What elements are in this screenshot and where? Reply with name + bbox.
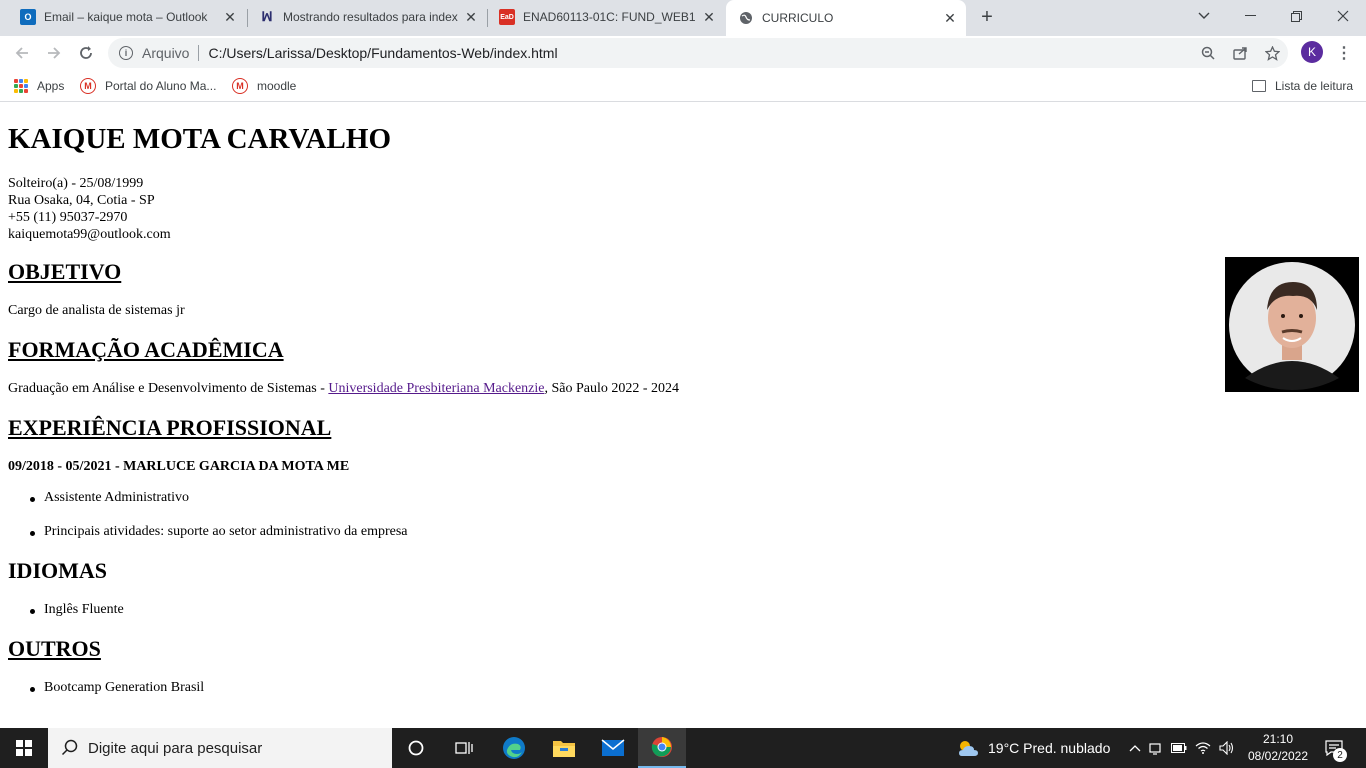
minimize-button[interactable]: [1227, 0, 1273, 32]
tray-icons: [1127, 728, 1239, 768]
zoom-icon[interactable]: [1192, 38, 1224, 68]
reading-list-button[interactable]: Lista de leitura: [1252, 76, 1353, 96]
weather-text: 19°C Pred. nublado: [988, 740, 1111, 756]
mackenzie-icon: ꟽ: [261, 9, 273, 24]
education-text: Graduação em Análise e Desenvolvimento d…: [8, 381, 679, 397]
education-location-years: , São Paulo 2022 - 2024: [544, 381, 680, 396]
forward-arrow-icon[interactable]: [40, 39, 68, 67]
education-heading: FORMAÇÃO ACADÊMICA: [8, 337, 284, 362]
bookmark-moodle[interactable]: M moodle: [232, 76, 296, 96]
university-link[interactable]: Universidade Presbiteriana Mackenzie: [328, 381, 544, 396]
chevron-up-icon[interactable]: [1127, 744, 1143, 752]
languages-heading: IDIOMAS: [8, 558, 108, 583]
education-course: Graduação em Análise e Desenvolvimento d…: [8, 381, 329, 396]
search-placeholder: Digite aqui para pesquisar: [88, 739, 263, 757]
reading-list-label: Lista de leitura: [1275, 79, 1354, 93]
profile-photo: [1225, 257, 1359, 392]
tab-mackenzie[interactable]: ꟽ Mostrando resultados para index ✕: [247, 0, 487, 34]
tab-outlook[interactable]: O Email – kaique mota – Outlook ✕: [8, 0, 246, 34]
list-item: Inglês Fluente: [30, 602, 124, 617]
bookmark-portal-aluno[interactable]: M Portal do Aluno Ma...: [80, 76, 216, 96]
mail-icon[interactable]: [589, 728, 637, 768]
share-icon[interactable]: [1224, 38, 1256, 68]
tab-close-icon[interactable]: ✕: [461, 7, 481, 27]
battery-icon[interactable]: [1167, 743, 1191, 753]
bookmark-label: moodle: [257, 79, 297, 93]
tab-close-icon[interactable]: ✕: [940, 8, 960, 28]
others-heading: OUTROS: [8, 636, 101, 661]
windows-taskbar: Digite aqui para pesquisar 19°C Pred. nu…: [0, 728, 1366, 768]
tab-title: ENAD60113-01C: FUND_WEB1 -: [523, 10, 699, 24]
profile-avatar[interactable]: K: [1301, 41, 1323, 63]
restore-button[interactable]: [1273, 0, 1319, 32]
experience-heading: EXPERIÊNCIA PROFISSIONAL: [8, 415, 332, 440]
tab-search-chevron-icon[interactable]: [1181, 0, 1227, 32]
ead-icon: EaD: [499, 9, 515, 25]
experience-entry-title: 09/2018 - 05/2021 - MARLUCE GARCIA DA MO…: [8, 459, 350, 474]
contact-block: Solteiro(a) - 25/08/1999 Rua Osaka, 04, …: [8, 175, 171, 243]
bookmark-label: Portal do Aluno Ma...: [105, 79, 217, 93]
outlook-icon: O: [20, 9, 36, 25]
close-window-button[interactable]: [1320, 0, 1366, 32]
list-item: Bootcamp Generation Brasil: [29, 680, 205, 695]
list-item: Principais atividades: suporte ao setor …: [30, 524, 408, 539]
list-item: Assistente Administrativo: [29, 490, 190, 505]
search-icon: [61, 739, 78, 756]
file-explorer-icon[interactable]: [540, 728, 588, 768]
clock-time: 21:10: [1262, 732, 1294, 746]
taskbar-search[interactable]: Digite aqui para pesquisar: [48, 728, 392, 768]
chrome-icon[interactable]: [638, 728, 686, 768]
weather-widget[interactable]: 19°C Pred. nublado: [956, 728, 1110, 768]
status-birth: Solteiro(a) - 25/08/1999: [8, 176, 144, 191]
mackenzie-m-icon: M: [80, 78, 96, 94]
profile-photo-image: [1229, 261, 1355, 390]
windows-logo-icon: [16, 740, 32, 756]
mackenzie-m-icon: M: [232, 78, 248, 94]
back-arrow-icon[interactable]: [8, 39, 36, 67]
address-bar[interactable]: i Arquivo C:/Users/Larissa/Desktop/Funda…: [108, 38, 1288, 68]
reload-icon[interactable]: [72, 39, 100, 67]
resume-name: KAIQUE MOTA CARVALHO: [8, 123, 392, 155]
start-button[interactable]: [0, 728, 48, 768]
apps-grid-icon: [14, 79, 28, 93]
page-content: KAIQUE MOTA CARVALHO Solteiro(a) - 25/08…: [0, 103, 1366, 728]
reading-list-icon: [1252, 80, 1266, 92]
weather-cloud-sun-icon: [959, 741, 978, 756]
browser-toolbar: i Arquivo C:/Users/Larissa/Desktop/Funda…: [0, 36, 1366, 70]
address: Rua Osaka, 04, Cotia - SP: [8, 193, 155, 208]
objective-text: Cargo de analista de sistemas jr: [8, 303, 185, 318]
cortana-icon[interactable]: [392, 728, 440, 768]
email: kaiquemota99@outlook.com: [8, 227, 171, 242]
tab-title: Mostrando resultados para index: [283, 10, 458, 24]
info-icon[interactable]: i: [119, 46, 133, 60]
clock[interactable]: 21:10 08/02/2022: [1240, 731, 1316, 765]
bookmarks-bar: Apps M Portal do Aluno Ma... M moodle Li…: [0, 70, 1366, 102]
url-divider: [198, 45, 200, 61]
tab-close-icon[interactable]: ✕: [220, 7, 240, 27]
wifi-icon[interactable]: [1191, 742, 1215, 754]
menu-dots-icon[interactable]: ⋮: [1334, 40, 1354, 66]
tab-strip: O Email – kaique mota – Outlook ✕ ꟽ Most…: [0, 0, 1366, 36]
objective-heading: OBJETIVO: [8, 259, 122, 284]
tab-ead[interactable]: EaD ENAD60113-01C: FUND_WEB1 - ✕: [487, 0, 725, 34]
clock-date: 08/02/2022: [1247, 749, 1309, 763]
bookmark-apps[interactable]: Apps: [14, 76, 64, 96]
edge-icon[interactable]: [490, 728, 538, 768]
new-tab-button[interactable]: +: [974, 4, 1000, 30]
tab-close-icon[interactable]: ✕: [699, 7, 719, 27]
bookmark-label: Apps: [37, 79, 65, 93]
task-view-icon[interactable]: [440, 728, 488, 768]
scheme-label: Arquivo: [142, 45, 190, 61]
tab-title: Email – kaique mota – Outlook: [44, 10, 208, 24]
volume-icon[interactable]: [1215, 741, 1239, 755]
meet-now-icon[interactable]: [1143, 741, 1167, 755]
phone: +55 (11) 95037-2970: [8, 210, 128, 225]
bookmark-star-icon[interactable]: [1256, 38, 1288, 68]
globe-icon: [738, 10, 754, 26]
tab-title: CURRICULO: [762, 11, 834, 25]
notification-badge: 2: [1333, 748, 1347, 762]
url-text[interactable]: C:/Users/Larissa/Desktop/Fundamentos-Web…: [208, 45, 557, 61]
tab-curriculo[interactable]: CURRICULO ✕: [726, 0, 966, 36]
